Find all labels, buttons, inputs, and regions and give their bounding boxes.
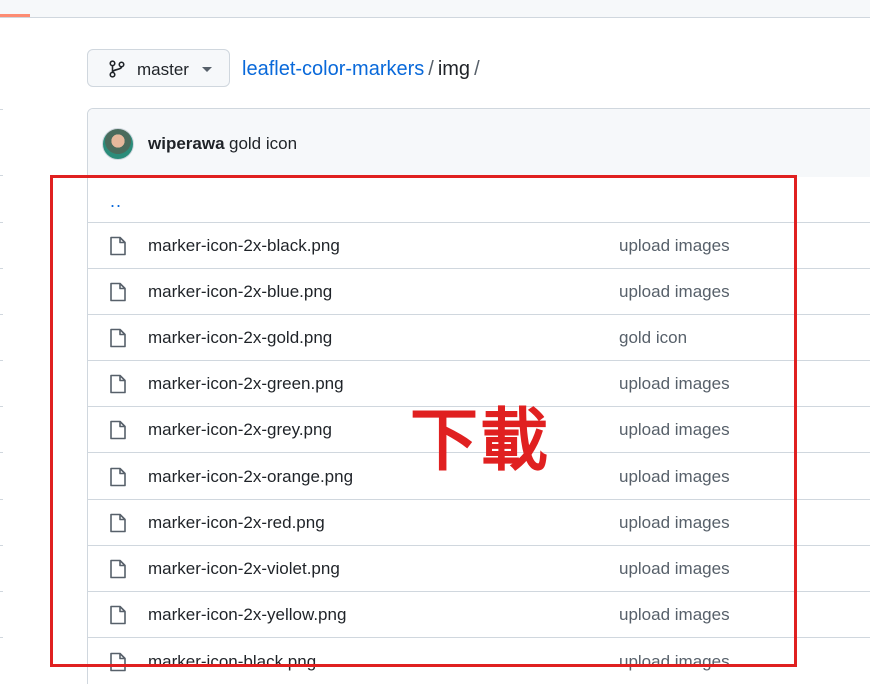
breadcrumb-current-dir: img <box>437 58 471 80</box>
branch-name: master <box>137 60 189 79</box>
left-edge-lines <box>0 18 3 684</box>
repo-file-browser: master leaflet-color-markers / img / wipera… <box>0 0 870 684</box>
latest-commit-bar: wiperawa gold icon <box>88 109 870 178</box>
active-tab-underline <box>0 14 30 17</box>
commit-message-link[interactable]: gold icon <box>229 134 297 154</box>
git-branch-icon <box>109 60 125 78</box>
top-nav-strip <box>0 0 870 18</box>
branch-select-button[interactable]: master <box>87 49 230 87</box>
breadcrumb: leaflet-color-markers / img / <box>242 58 484 81</box>
breadcrumb-repo-link[interactable]: leaflet-color-markers <box>242 58 424 80</box>
breadcrumb-separator: / <box>428 58 434 80</box>
avatar[interactable] <box>102 128 134 160</box>
breadcrumb-separator: / <box>474 58 480 80</box>
annotation-label: 下載 <box>410 402 551 481</box>
chevron-down-icon <box>202 67 212 72</box>
commit-author-link[interactable]: wiperawa <box>148 134 225 154</box>
